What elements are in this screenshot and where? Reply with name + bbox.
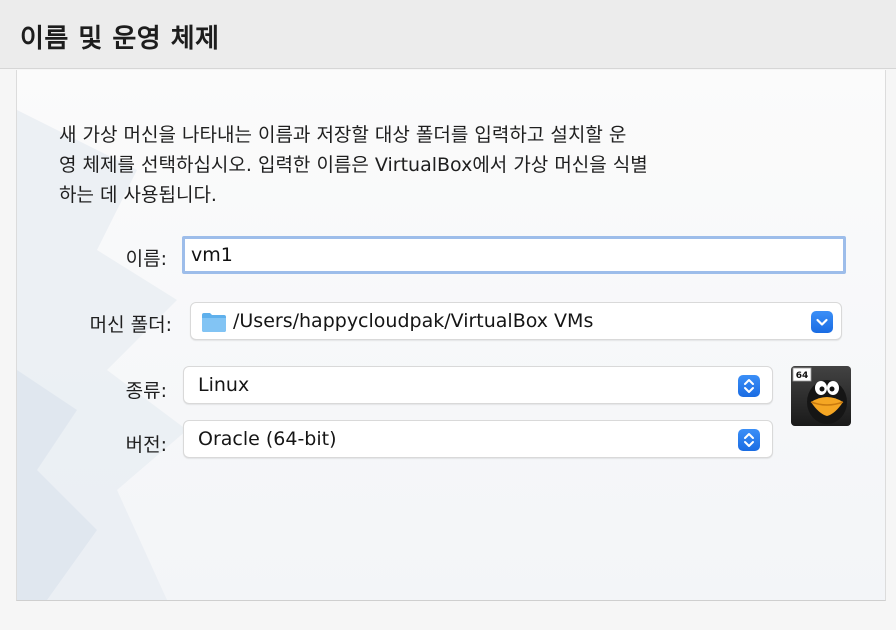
version-label: 버전: <box>125 434 167 456</box>
title-bar: 이름 및 운영 체제 <box>0 0 896 69</box>
page-title: 이름 및 운영 체제 <box>20 24 220 54</box>
os-badge-text: 64 <box>796 371 809 381</box>
updown-arrows-icon[interactable] <box>738 429 760 451</box>
linux-64-penguin-icon: 64 <box>791 366 851 426</box>
machine-folder-label: 머신 폴더: <box>89 314 172 336</box>
type-select[interactable]: Linux <box>183 366 773 404</box>
version-select[interactable]: Oracle (64-bit) <box>183 420 773 458</box>
form-panel: 새 가상 머신을 나타내는 이름과 저장할 대상 폴더를 입력하고 설치할 운 … <box>16 70 886 601</box>
folder-icon <box>202 313 226 332</box>
create-vm-dialog: 이름 및 운영 체제 새 가상 머신을 나타내는 이름과 저장할 대상 폴더를 … <box>0 0 896 630</box>
description-text: 새 가상 머신을 나타내는 이름과 저장할 대상 폴더를 입력하고 설치할 운 … <box>59 120 859 210</box>
machine-folder-select[interactable]: /Users/happycloudpak/VirtualBox VMs <box>190 302 842 340</box>
version-value: Oracle (64-bit) <box>198 428 337 450</box>
name-label: 이름: <box>125 248 167 270</box>
description-line: 새 가상 머신을 나타내는 이름과 저장할 대상 폴더를 입력하고 설치할 운 <box>59 124 627 146</box>
chevron-down-icon[interactable] <box>811 311 833 333</box>
type-value: Linux <box>198 374 250 396</box>
machine-folder-value: /Users/happycloudpak/VirtualBox VMs <box>233 310 594 332</box>
description-line: 영 체제를 선택하십시오. 입력한 이름은 VirtualBox에서 가상 머신… <box>59 154 648 176</box>
updown-arrows-icon[interactable] <box>738 375 760 397</box>
name-input[interactable] <box>182 236 846 274</box>
description-line: 하는 데 사용됩니다. <box>59 184 217 206</box>
type-label: 종류: <box>125 380 167 402</box>
